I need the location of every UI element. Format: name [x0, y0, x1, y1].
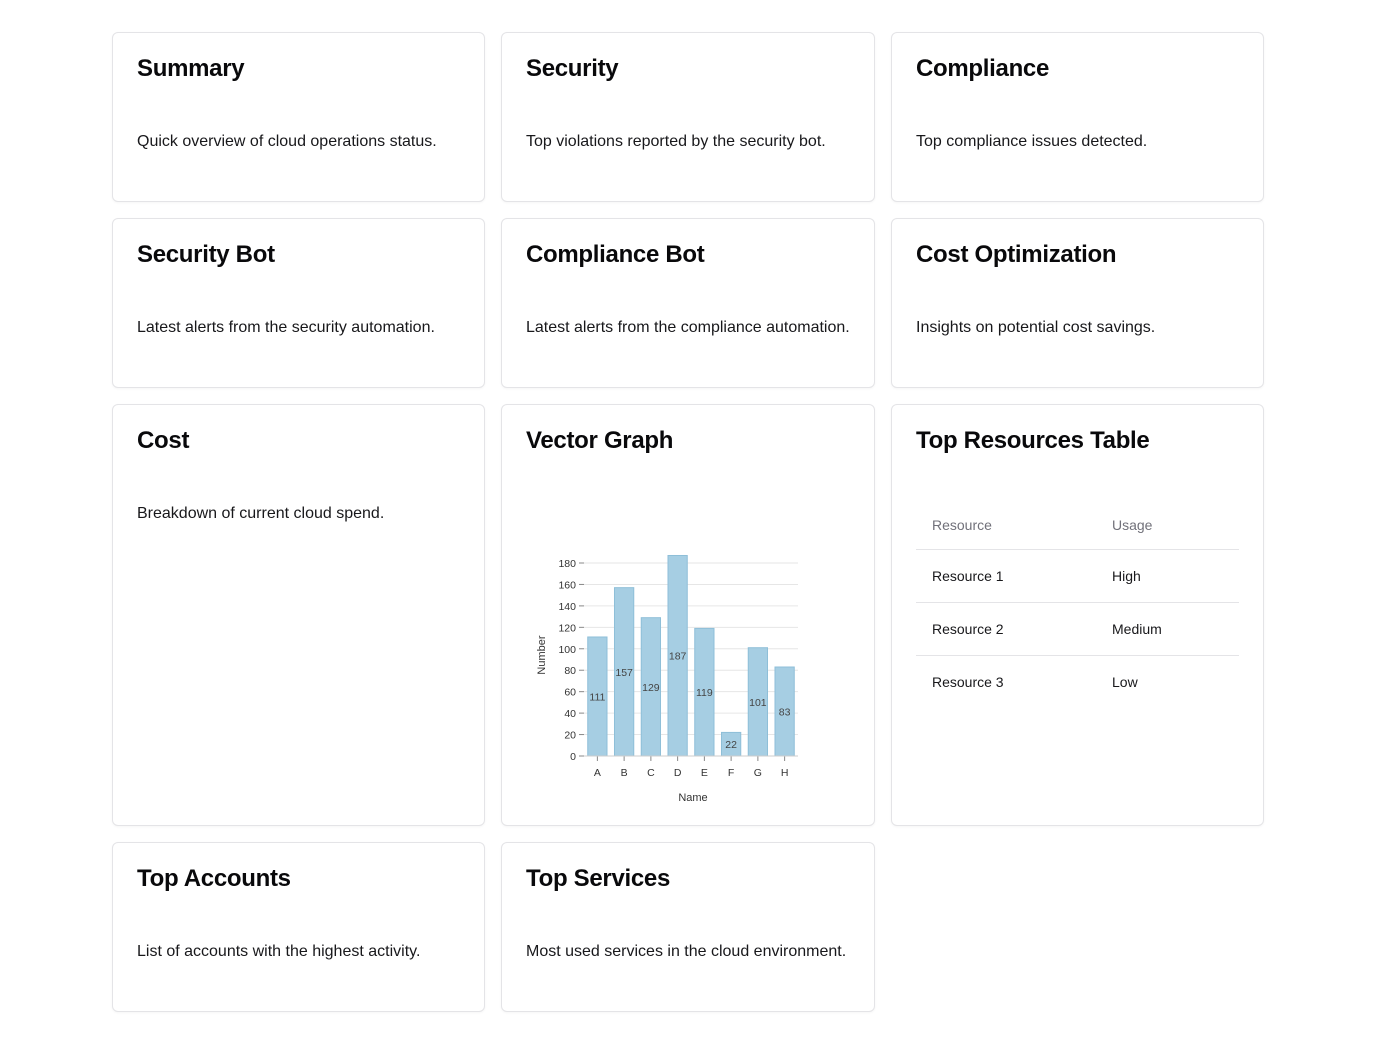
x-tick-label: H	[781, 767, 789, 779]
y-tick-label: 40	[564, 708, 576, 720]
resource-cell: Resource 3	[932, 674, 1004, 690]
top-resources-table: Resource Usage Resource 1 High Resource …	[916, 501, 1239, 708]
card-title: Vector Graph	[526, 427, 674, 454]
card-title: Summary	[137, 55, 245, 82]
card-title: Compliance Bot	[526, 241, 705, 268]
x-tick-label: F	[728, 767, 734, 779]
bar-value-label: 119	[696, 687, 713, 699]
security-card: Security Top violations reported by the …	[501, 32, 875, 202]
card-title: Security	[526, 55, 619, 82]
compliance-bot-card: Compliance Bot Latest alerts from the co…	[501, 218, 875, 388]
cost-optimization-card: Cost Optimization Insights on potential …	[891, 218, 1264, 388]
bar-value-label: 101	[749, 697, 767, 709]
top-services-card: Top Services Most used services in the c…	[501, 842, 875, 1012]
resource-cell: Resource 2	[916, 602, 1096, 656]
y-tick-label: 80	[564, 665, 576, 677]
card-title: Top Resources Table	[916, 427, 1150, 454]
x-tick-label: B	[621, 767, 628, 779]
usage-cell: Medium	[1096, 602, 1239, 656]
column-header-resource: Resource	[916, 501, 1096, 550]
y-tick-label: 140	[558, 601, 576, 613]
card-title: Cost Optimization	[916, 241, 1117, 268]
x-tick-label: E	[701, 767, 708, 779]
column-header-usage: Usage	[1096, 501, 1239, 550]
y-tick-label: 120	[558, 622, 576, 634]
usage-cell: Low	[1112, 674, 1138, 690]
y-axis-label: Number	[536, 635, 548, 674]
y-tick-label: 100	[558, 644, 576, 656]
bar-value-label: 22	[725, 739, 737, 751]
x-tick-label: G	[754, 767, 762, 779]
x-tick-label: C	[647, 767, 655, 779]
card-description: Top compliance issues detected.	[916, 133, 1148, 150]
bar-value-label: 83	[779, 707, 791, 719]
x-tick-label: D	[674, 767, 682, 779]
usage-cell: High	[1096, 549, 1239, 603]
card-description: List of accounts with the highest activi…	[137, 943, 421, 960]
card-description: Latest alerts from the compliance automa…	[526, 319, 850, 336]
x-axis-label: Name	[678, 792, 707, 804]
card-title: Top Services	[526, 865, 671, 892]
card-description: Top violations reported by the security …	[526, 133, 826, 150]
card-title: Top Accounts	[137, 865, 291, 892]
y-tick-label: 160	[558, 579, 576, 591]
security-bot-card: Security Bot Latest alerts from the secu…	[112, 218, 485, 388]
card-description: Latest alerts from the security automati…	[137, 319, 435, 336]
bar-value-label: 187	[669, 651, 687, 663]
cost-card: Cost Breakdown of current cloud spend.	[112, 404, 485, 826]
table-row: Resource 3 Low	[916, 656, 1239, 709]
card-description: Quick overview of cloud operations statu…	[137, 133, 437, 150]
y-tick-label: 60	[564, 687, 576, 699]
bar-value-label: 157	[615, 667, 633, 679]
bar-chart: 111 157 129 187 119 22 101 83 0 20 40 60 80 100 120 14…	[526, 541, 826, 811]
card-title: Cost	[137, 427, 190, 454]
card-title: Security Bot	[137, 241, 275, 268]
vector-graph-card: Vector Graph 111 157 129 187 119 22 101 83 0 20 4…	[501, 404, 875, 826]
bar-value-label: 111	[589, 691, 605, 703]
card-description: Most used services in the cloud environm…	[526, 943, 847, 960]
table-header-row: Resource Usage	[916, 501, 1239, 550]
y-tick-label: 180	[558, 558, 576, 570]
table-row: Resource 2 Medium	[916, 602, 1239, 656]
x-tick-label: A	[594, 767, 601, 779]
table-row: Resource 1 High	[916, 549, 1239, 603]
summary-card: Summary Quick overview of cloud operatio…	[112, 32, 485, 202]
y-tick-label: 20	[564, 730, 576, 742]
bar-chart-svg: 111 157 129 187 119 22 101 83 0 20 40 60 80 100 120 14…	[536, 554, 798, 804]
bars: 111 157 129 187 119 22 101 83	[587, 554, 795, 757]
resource-cell: Resource 1	[916, 549, 1096, 603]
y-tick-label: 0	[570, 751, 576, 763]
card-title: Compliance	[916, 55, 1050, 82]
top-resources-card: Top Resources Table Resource Usage Resou…	[891, 404, 1264, 826]
top-accounts-card: Top Accounts List of accounts with the h…	[112, 842, 485, 1012]
bar-value-label: 129	[642, 682, 660, 694]
compliance-card: Compliance Top compliance issues detecte…	[891, 32, 1264, 202]
card-description: Breakdown of current cloud spend.	[137, 505, 385, 522]
card-description: Insights on potential cost savings.	[916, 319, 1156, 336]
